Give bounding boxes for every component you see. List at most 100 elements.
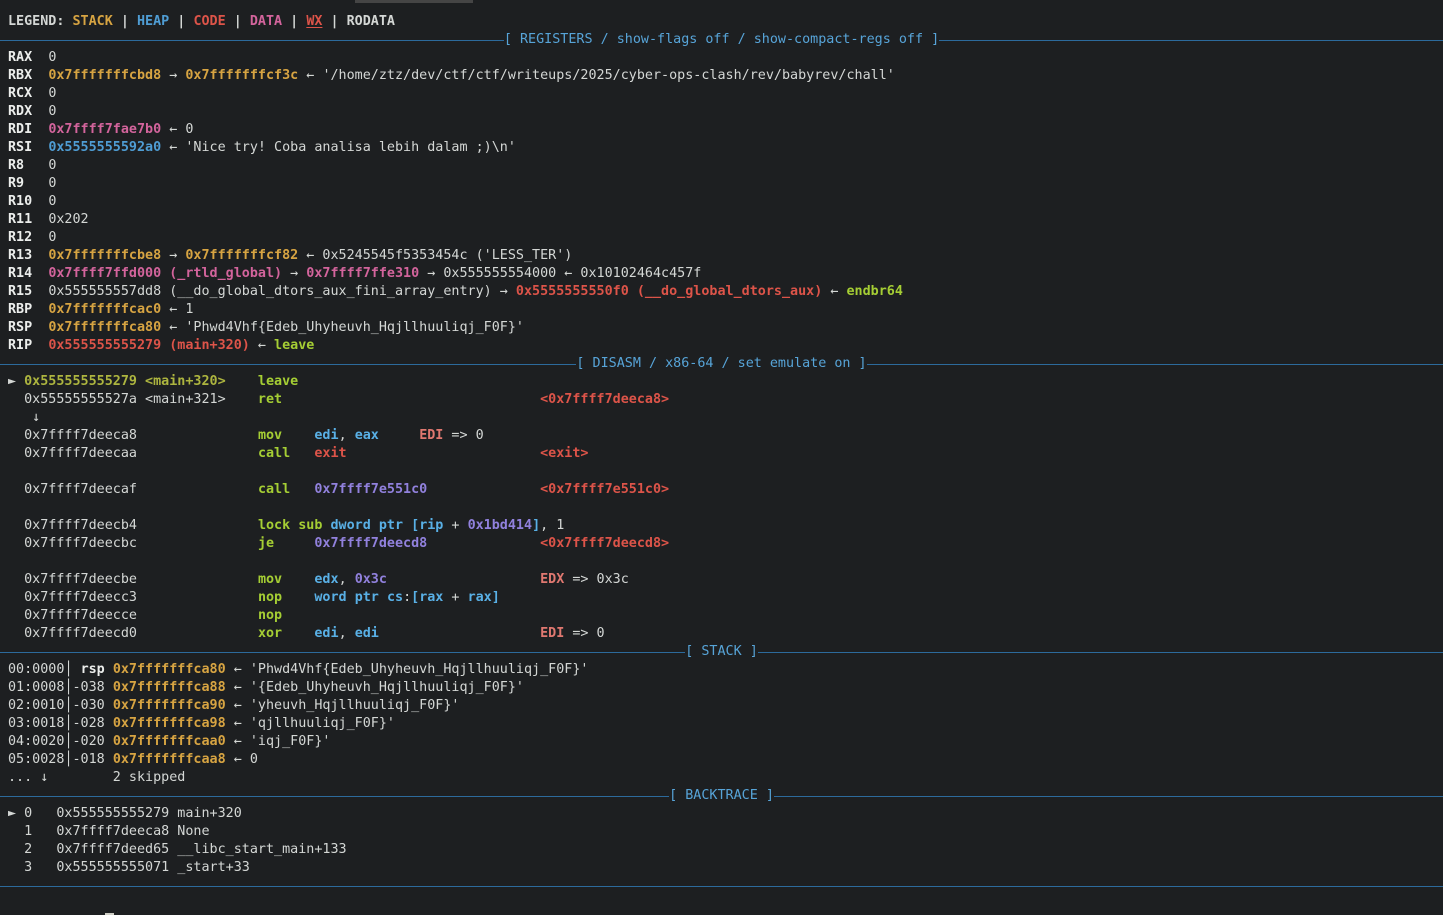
register-name: R10 [8,194,32,209]
text [137,608,258,623]
registers-panel: RAX 0RBX 0x7fffffffcbd8 → 0x7fffffffcf3c… [8,49,1443,355]
arrow-left-icon: ← [226,734,250,749]
backtrace-section-header: [ BACKTRACE ] [0,787,1443,805]
text [347,446,540,461]
code-address: 0x555555555279 (main+320) [48,338,250,353]
disasm-line: 0x7ffff7deecce nop [8,607,1443,625]
text: | [113,14,137,29]
text [137,428,258,443]
code-address: <0x7ffff7e551c0> [540,482,669,497]
register-operand: edi [314,626,338,641]
stack-line: 03:0018│-028 0x7fffffffca98 ← 'qjllhuuli… [8,715,1443,733]
text: 0x7ffff7deeca8 [24,428,137,443]
text: ← 0 [226,752,258,767]
text: , [339,626,355,641]
instruction-mnemonic: je [258,536,274,551]
disasm-line: 0x7ffff7deeca8 mov edi, eax EDI => 0 [8,427,1443,445]
text [226,374,258,389]
text: -018 [73,752,113,767]
registers-line: R9 0 [8,175,1443,193]
text [32,284,48,299]
data-address: DATA [250,14,282,29]
code-address: 0x5555555550f0 (__do_global_dtors_aux) [516,284,822,299]
text: 0x7ffff7deecc3 [24,590,137,605]
text [8,518,24,533]
text [282,590,314,605]
register-operand: eax [355,428,379,443]
text: 00:0000 [8,662,64,677]
disasm-line: 0x7ffff7deecb4 lock sub dword ptr [rip +… [8,517,1443,535]
text: '{Edeb_Uhyheuvh_Hqjllhuuliqj_F0F}' [250,680,524,695]
text: : [403,590,411,605]
arrow-left-icon: ← [226,698,250,713]
separator-line [758,652,1443,653]
immediate-value: 0x7ffff7e551c0 [314,482,427,497]
register-operand: rip [419,518,443,533]
separator-line [774,796,1443,797]
arrow-right-icon: → [161,68,185,83]
separator-line [0,652,685,653]
text [282,626,314,641]
text [105,662,113,677]
register-operand: [ [411,518,419,533]
registers-header-label: [ REGISTERS / show-flags off / show-comp… [504,31,939,49]
text: 0 [48,194,56,209]
backtrace-line: ► 0 0x555555555279 main+320 [8,805,1443,823]
text: 2 0x7ffff7deed65 __libc_start_main+133 [8,842,347,857]
stack-line: 05:0028│-018 0x7fffffffcaa8 ← 0 [8,751,1443,769]
stack-address: 0x7fffffffcaa0 [113,734,226,749]
text: | [226,14,250,29]
text: 0x55555555527a <main+321> [24,392,226,407]
text [137,482,258,497]
instruction-mnemonic: xor [258,626,282,641]
registers-line: RBX 0x7fffffffcbd8 → 0x7fffffffcf3c ← '/… [8,67,1443,85]
register-name: R14 [8,266,32,281]
stack-address: 0x7fffffffcaa8 [113,752,226,767]
text [32,50,48,65]
disasm-line: 0x55555555527a <main+321> ret <0x7ffff7d… [8,391,1443,409]
register-name: RSI [8,140,32,155]
stack-address: 0x7fffffffcac0 [48,302,161,317]
text [8,590,24,605]
arrow-left-icon: ← [250,338,274,353]
text: , 1 [540,518,564,533]
prompt-line[interactable]: pwndbg> [8,895,1443,913]
arrow-right-icon: → [161,248,185,263]
text [403,518,411,533]
registers-line: RSI 0x5555555592a0 ← 'Nice try! Coba ana… [8,139,1443,157]
instruction-mnemonic: nop [258,590,282,605]
code-address: CODE [193,14,225,29]
text [371,518,379,533]
register-operand: dword [331,518,371,533]
stack-panel: 00:0000│ rsp 0x7fffffffca80 ← 'Phwd4Vhf{… [8,661,1443,787]
text [387,572,540,587]
current-line-marker-icon: ► [8,806,24,821]
text [32,338,48,353]
stack-address: 0x7fffffffca90 [113,698,226,713]
register-name: R9 [8,176,24,191]
instruction-mnemonic: lock [258,518,290,533]
text: 0x7ffff7deecb4 [24,518,137,533]
register-operand: ptr [355,590,379,605]
arrow-down-icon: ↓ [8,410,40,425]
immediate-value: 0x3c [355,572,387,587]
text: │ [64,752,72,767]
text [274,536,314,551]
text: 05:0028 [8,752,64,767]
text: 0x7ffff7deecaf [24,482,137,497]
data-address: 0x7ffff7fae7b0 [48,122,161,137]
register-name: R13 [8,248,32,263]
text: 0 [48,230,56,245]
registers-line: RIP 0x555555555279 (main+320) ← leave [8,337,1443,355]
annotation-register: EDI [419,428,443,443]
text [32,230,48,245]
text: 01:0008 [8,680,64,695]
register-name: RDX [8,104,32,119]
text [32,212,48,227]
current-line-marker-icon: ► [8,374,24,389]
text: + [443,590,467,605]
heap-address: HEAP [137,14,169,29]
text [282,428,314,443]
text: 2 skipped [48,770,185,785]
registers-line: RAX 0 [8,49,1443,67]
